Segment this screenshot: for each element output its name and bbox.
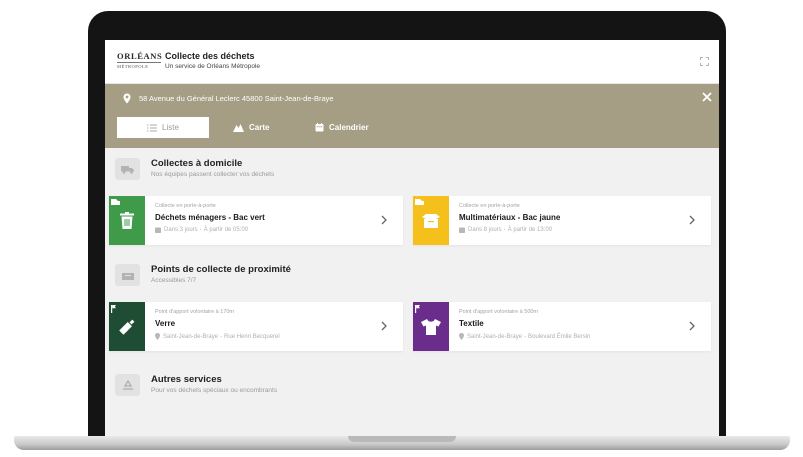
- app-subtitle: Un service de Orléans Métropole: [165, 63, 261, 70]
- truck-icon: [115, 158, 140, 180]
- card-verre[interactable]: Point d'apport volontaire à 170m Verre S…: [109, 302, 403, 351]
- location-pin-icon: [123, 93, 131, 104]
- container-icon: [115, 264, 140, 286]
- app-screen: ORLÉANS MÉTROPOLE Collecte des déchets U…: [105, 40, 719, 436]
- calendar-icon: [315, 123, 324, 132]
- app-title: Collecte des déchets: [165, 51, 255, 61]
- recycle-icon: [115, 374, 140, 396]
- address-bar: 58 Avenue du Général Leclerc 45800 Saint…: [105, 84, 719, 148]
- location-pin-icon: [155, 333, 160, 340]
- section-title: Autres services: [151, 374, 222, 385]
- app-header: ORLÉANS MÉTROPOLE Collecte des déchets U…: [105, 40, 719, 84]
- tshirt-icon: [413, 302, 449, 351]
- chevron-right-icon: [381, 321, 387, 331]
- tab-carte[interactable]: Carte: [233, 117, 269, 138]
- card-title: Textile: [459, 319, 484, 328]
- location-pin-icon: [459, 333, 464, 340]
- box-icon: [413, 196, 449, 245]
- laptop-notch: [348, 436, 456, 442]
- tab-calendrier[interactable]: Calendrier: [315, 117, 369, 138]
- section-subtitle: Pour vos déchets spéciaux ou encombrants: [151, 387, 278, 394]
- section-points-collecte: Points de collecte de proximité Accessib…: [105, 254, 719, 298]
- trash-bin-icon: [109, 196, 145, 245]
- section-subtitle: Accessibles 7/7: [151, 277, 197, 284]
- address-text[interactable]: 58 Avenue du Général Leclerc 45800 Saint…: [139, 94, 334, 103]
- calendar-icon: [155, 227, 161, 233]
- section-subtitle: Nos équipes passent collecter vos déchet…: [151, 171, 275, 178]
- section-title: Points de collecte de proximité: [151, 264, 291, 275]
- chevron-right-icon: [689, 215, 695, 225]
- tab-liste[interactable]: Liste: [117, 117, 209, 138]
- card-title: Déchets ménagers - Bac vert: [155, 213, 265, 222]
- card-title: Multimatériaux - Bac jaune: [459, 213, 561, 222]
- section-collectes-domicile: Collectes à domicile Nos équipes passent…: [105, 148, 719, 192]
- list-icon: [147, 124, 158, 131]
- card-title: Verre: [155, 319, 176, 328]
- card-multimateriaux[interactable]: Collecte en porte-à-porte Multimatériaux…: [413, 196, 711, 245]
- section-autres-services[interactable]: Autres services Pour vos déchets spéciau…: [105, 364, 719, 408]
- orleans-logo: ORLÉANS MÉTROPOLE: [117, 51, 163, 69]
- card-dechets-menagers[interactable]: Collecte en porte-à-porte Déchets ménage…: [109, 196, 403, 245]
- calendar-icon: [459, 227, 465, 233]
- bottle-icon: [109, 302, 145, 351]
- chevron-right-icon: [689, 321, 695, 331]
- chevron-right-icon: [381, 215, 387, 225]
- expand-icon[interactable]: [700, 57, 709, 66]
- card-textile[interactable]: Point d'apport volontaire à 500m Textile…: [413, 302, 711, 351]
- section-title: Collectes à domicile: [151, 158, 243, 169]
- map-icon: [233, 124, 244, 132]
- close-icon[interactable]: [702, 92, 712, 102]
